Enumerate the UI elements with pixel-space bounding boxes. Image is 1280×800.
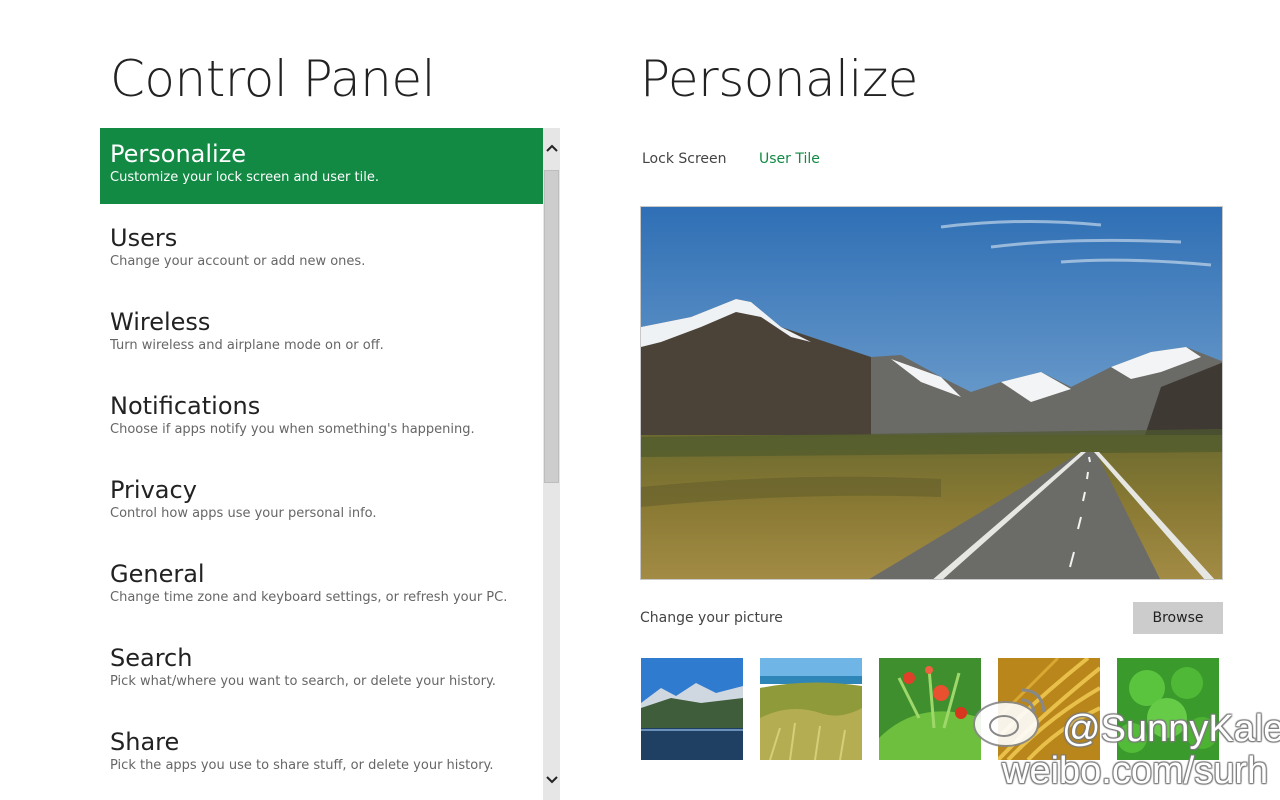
category-description: Change time zone and keyboard settings, … [110, 590, 508, 605]
thumbnail-grassland[interactable] [760, 658, 862, 760]
change-picture-label: Change your picture [640, 610, 783, 626]
list-scrollbar[interactable] [543, 128, 560, 800]
category-list: Personalize Customize your lock screen a… [100, 128, 543, 800]
chevron-down-icon [545, 776, 558, 784]
scroll-up-button[interactable] [543, 128, 560, 168]
thumbnail-red-flowers[interactable] [879, 658, 981, 760]
weibo-logo-icon [973, 688, 1046, 747]
category-description: Turn wireless and airplane mode on or of… [110, 338, 384, 353]
page-title: Personalize [640, 50, 918, 108]
category-title: Wireless [110, 308, 211, 336]
control-panel-title: Control Panel [110, 50, 436, 108]
category-description: Pick the apps you use to share stuff, or… [110, 758, 494, 773]
category-description: Change your account or add new ones. [110, 254, 366, 269]
category-title: Users [110, 224, 178, 252]
category-description: Pick what/where you want to search, or d… [110, 674, 496, 689]
tab-lock-screen[interactable]: Lock Screen [642, 151, 727, 167]
category-wireless[interactable]: Wireless Turn wireless and airplane mode… [100, 296, 543, 372]
category-personalize[interactable]: Personalize Customize your lock screen a… [100, 128, 543, 204]
tab-user-tile[interactable]: User Tile [759, 151, 820, 167]
category-description: Control how apps use your personal info. [110, 506, 377, 521]
category-title: Share [110, 728, 180, 756]
category-title: Personalize [110, 140, 247, 168]
category-general[interactable]: General Change time zone and keyboard se… [100, 548, 543, 624]
category-description: Customize your lock screen and user tile… [110, 170, 379, 185]
scroll-thumb[interactable] [544, 170, 559, 483]
category-users[interactable]: Users Change your account or add new one… [100, 212, 543, 288]
category-privacy[interactable]: Privacy Control how apps use your person… [100, 464, 543, 540]
watermark-url: weibo.com/surh [1002, 750, 1269, 792]
category-title: Search [110, 644, 193, 672]
browse-button[interactable]: Browse [1133, 602, 1223, 634]
category-share[interactable]: Share Pick the apps you use to share stu… [100, 716, 543, 792]
category-title: General [110, 560, 205, 588]
category-notifications[interactable]: Notifications Choose if apps notify you … [100, 380, 543, 456]
category-title: Privacy [110, 476, 197, 504]
category-description: Choose if apps notify you when something… [110, 422, 475, 437]
scroll-down-button[interactable] [543, 760, 560, 800]
category-search[interactable]: Search Pick what/where you want to searc… [100, 632, 543, 708]
chevron-up-icon [545, 144, 558, 152]
category-title: Notifications [110, 392, 261, 420]
lock-screen-preview-image [640, 206, 1223, 580]
thumbnail-mountain-lake[interactable] [641, 658, 743, 760]
watermark-handle: @SunnyKale [1062, 708, 1280, 750]
